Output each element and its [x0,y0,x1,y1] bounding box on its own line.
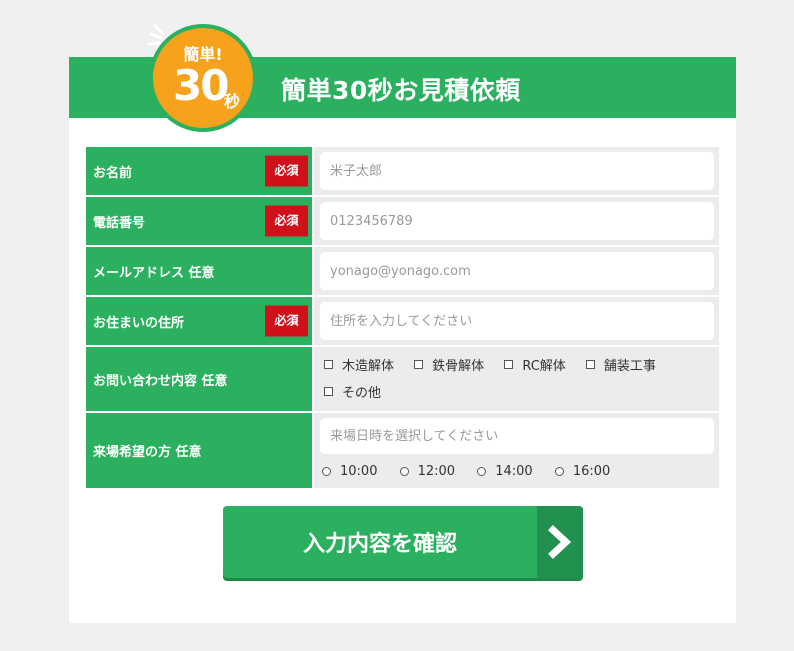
checkbox[interactable] [414,360,424,369]
field-label: お問い合わせ内容 任意 [86,347,312,411]
time-label: 12:00 [417,464,456,479]
option-steel-demolition[interactable]: 鉄骨解体 [414,355,484,374]
checkbox[interactable] [504,360,514,369]
time-option-1400[interactable]: 14:00 [477,464,533,479]
field-label: お住まいの住所 必須 [86,297,312,345]
confirm-button[interactable]: 入力内容を確認 [223,506,583,578]
form-row-inquiry: お問い合わせ内容 任意 木造解体 鉄骨解体 RC解体 舗装工事 その他 [86,347,719,411]
checkbox[interactable] [324,387,333,396]
radio-button[interactable] [399,467,409,476]
estimate-form-card: 簡単! 30 秒 簡単30秒お見積依頼 お名前 必須 電話番号 必須 [69,24,736,623]
field-label-text: お問い合わせ内容 任意 [93,373,228,389]
field-cell [314,197,719,245]
chevron-right-icon [548,525,572,559]
checkbox[interactable] [585,360,595,369]
form-row-phone: 電話番号 必須 [86,197,719,245]
form-row-address: お住まいの住所 必須 [86,297,719,345]
form-row-email: メールアドレス 任意 [86,247,719,295]
form-title: 簡単30秒お見積依頼 [281,76,521,105]
field-label-text: メールアドレス 任意 [93,265,215,281]
badge-unit: 秒 [224,92,241,111]
form-row-name: お名前 必須 [86,147,719,195]
chevron-right-icon [537,506,583,578]
time-option-1200[interactable]: 12:00 [399,464,456,479]
form-row-visit: 来場希望の方 任意 10:00 12:00 14:00 16:00 [86,413,719,488]
time-label: 14:00 [495,464,533,479]
badge-number: 30 [173,61,229,110]
required-badge: 必須 [265,155,308,187]
visit-datetime-input[interactable] [320,418,714,454]
form-header: 簡単! 30 秒 簡単30秒お見積依頼 [69,24,736,132]
field-label-text: 電話番号 [93,215,146,231]
address-input[interactable] [320,302,714,340]
option-label: 木造解体 [342,359,395,374]
radio-button[interactable] [554,467,564,476]
inquiry-options: 木造解体 鉄骨解体 RC解体 舗装工事 その他 [320,347,713,411]
time-label: 16:00 [572,464,611,479]
name-input[interactable] [320,152,714,190]
field-cell: 10:00 12:00 14:00 16:00 [314,413,719,488]
field-label: 来場希望の方 任意 [86,413,312,488]
field-cell [314,297,719,345]
field-label-text: お住まいの住所 [93,315,185,331]
thirty-seconds-badge: 簡単! 30 秒 [147,24,257,132]
radio-button[interactable] [322,467,331,476]
field-cell [314,147,719,195]
option-label: RC解体 [522,359,566,374]
visit-time-options: 10:00 12:00 14:00 16:00 [320,454,714,480]
checkbox[interactable] [324,360,333,369]
option-other[interactable]: その他 [324,382,381,401]
phone-input[interactable] [320,202,714,240]
field-cell [314,247,719,295]
option-label: 鉄骨解体 [432,359,485,374]
field-cell: 木造解体 鉄骨解体 RC解体 舗装工事 その他 [314,347,719,411]
field-label: メールアドレス 任意 [86,247,312,295]
estimate-form: お名前 必須 電話番号 必須 メールアドレス 任意 [86,147,719,490]
field-label-text: お名前 [93,165,133,181]
email-input[interactable] [320,252,714,290]
option-label: 舗装工事 [603,359,656,374]
required-badge: 必須 [265,305,308,337]
badge-circle: 簡単! 30 秒 [153,28,253,128]
option-wooden-demolition[interactable]: 木造解体 [324,355,394,374]
option-label: その他 [342,386,382,401]
required-badge: 必須 [265,205,308,237]
field-label: お名前 必須 [86,147,312,195]
option-rc-demolition[interactable]: RC解体 [504,355,566,374]
option-paving-work[interactable]: 舗装工事 [585,355,656,374]
radio-button[interactable] [477,467,487,476]
confirm-button-label: 入力内容を確認 [302,532,457,557]
field-label: 電話番号 必須 [86,197,312,245]
field-label-text: 来場希望の方 任意 [93,445,202,460]
time-option-1000[interactable]: 10:00 [322,464,377,479]
time-option-1600[interactable]: 16:00 [554,464,611,479]
time-label: 10:00 [340,464,378,479]
